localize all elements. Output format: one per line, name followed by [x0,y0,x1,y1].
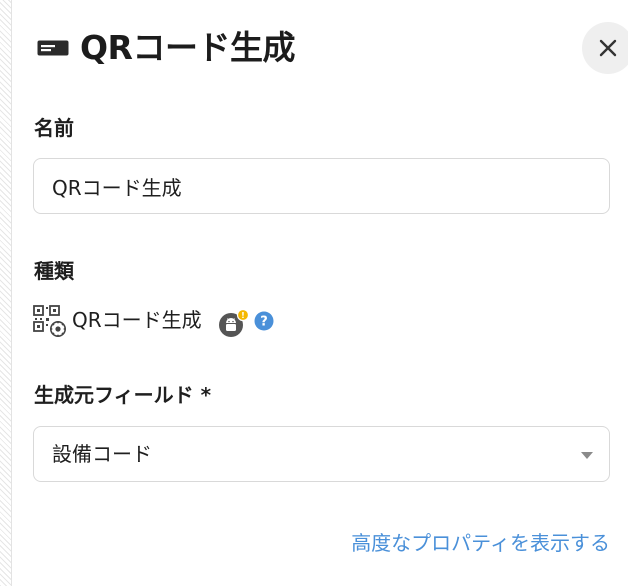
close-icon [599,39,617,57]
qr-code-gear-icon [33,305,66,337]
show-advanced-properties-link[interactable]: 高度なプロパティを表示する [351,528,610,558]
properties-panel: QRコード生成 名前 種類 QRコード生成 [12,0,628,586]
source-field-label: 生成元フィールド * [34,383,212,407]
close-button[interactable] [582,22,628,74]
type-label: 種類 [34,259,74,283]
help-glyph: ? [260,315,268,330]
question-icon[interactable]: ? [254,311,274,331]
name-input[interactable] [33,158,610,214]
chevron-down-icon [581,452,593,459]
android-icon: ! [219,308,249,337]
android-badge-notice: ! [241,311,245,320]
name-label: 名前 [34,116,74,140]
source-field-select[interactable]: 設備コード [33,426,610,482]
panel-left-rail [0,0,12,586]
type-value-row: QRコード生成 ! ? [33,302,333,338]
type-value: QRコード生成 [72,308,202,332]
panel-title: QRコード生成 [80,28,295,67]
source-field-value: 設備コード [52,442,152,466]
card-icon [37,40,69,56]
panel-header: QRコード生成 [34,22,628,76]
